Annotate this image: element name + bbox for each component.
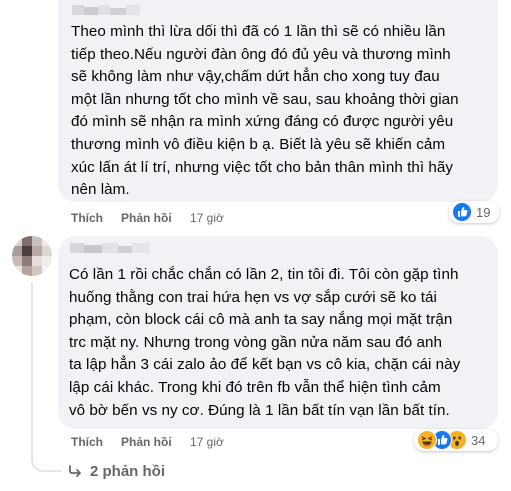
like-icon — [452, 202, 472, 222]
commenter-name-redacted — [70, 243, 166, 253]
reply-arrow-icon — [66, 462, 84, 480]
like-button[interactable]: Thích — [71, 435, 103, 449]
reaction-count: 34 — [471, 432, 486, 448]
comment-timestamp[interactable]: 17 giờ — [190, 211, 224, 225]
comment-2: Có lần 1 rồi chắc chắn có lần 2, tin tôi… — [0, 230, 511, 491]
reply-button[interactable]: Phản hồi — [121, 211, 172, 225]
comment-text: Theo mình thì lừa dối thì đã có 1 lần th… — [71, 23, 459, 199]
comment-1: Theo mình thì lừa dối thì đã có 1 lần th… — [0, 0, 511, 230]
reply-button[interactable]: Phản hồi — [121, 435, 172, 449]
view-replies[interactable]: 2 phản hồi — [66, 460, 165, 482]
like-button[interactable]: Thích — [71, 211, 103, 225]
comment-timestamp[interactable]: 17 giờ — [190, 435, 224, 449]
reaction-summary[interactable]: 19 — [449, 201, 499, 223]
haha-icon — [417, 430, 437, 450]
comment-text: Có lần 1 rồi chắc chắn có lần 2, tin tôi… — [69, 266, 461, 419]
reaction-count: 19 — [476, 204, 491, 220]
commenter-name-redacted — [72, 5, 156, 15]
replies-link[interactable]: 2 phản hồi — [90, 463, 165, 480]
reaction-summary[interactable]: 34 — [414, 429, 498, 451]
